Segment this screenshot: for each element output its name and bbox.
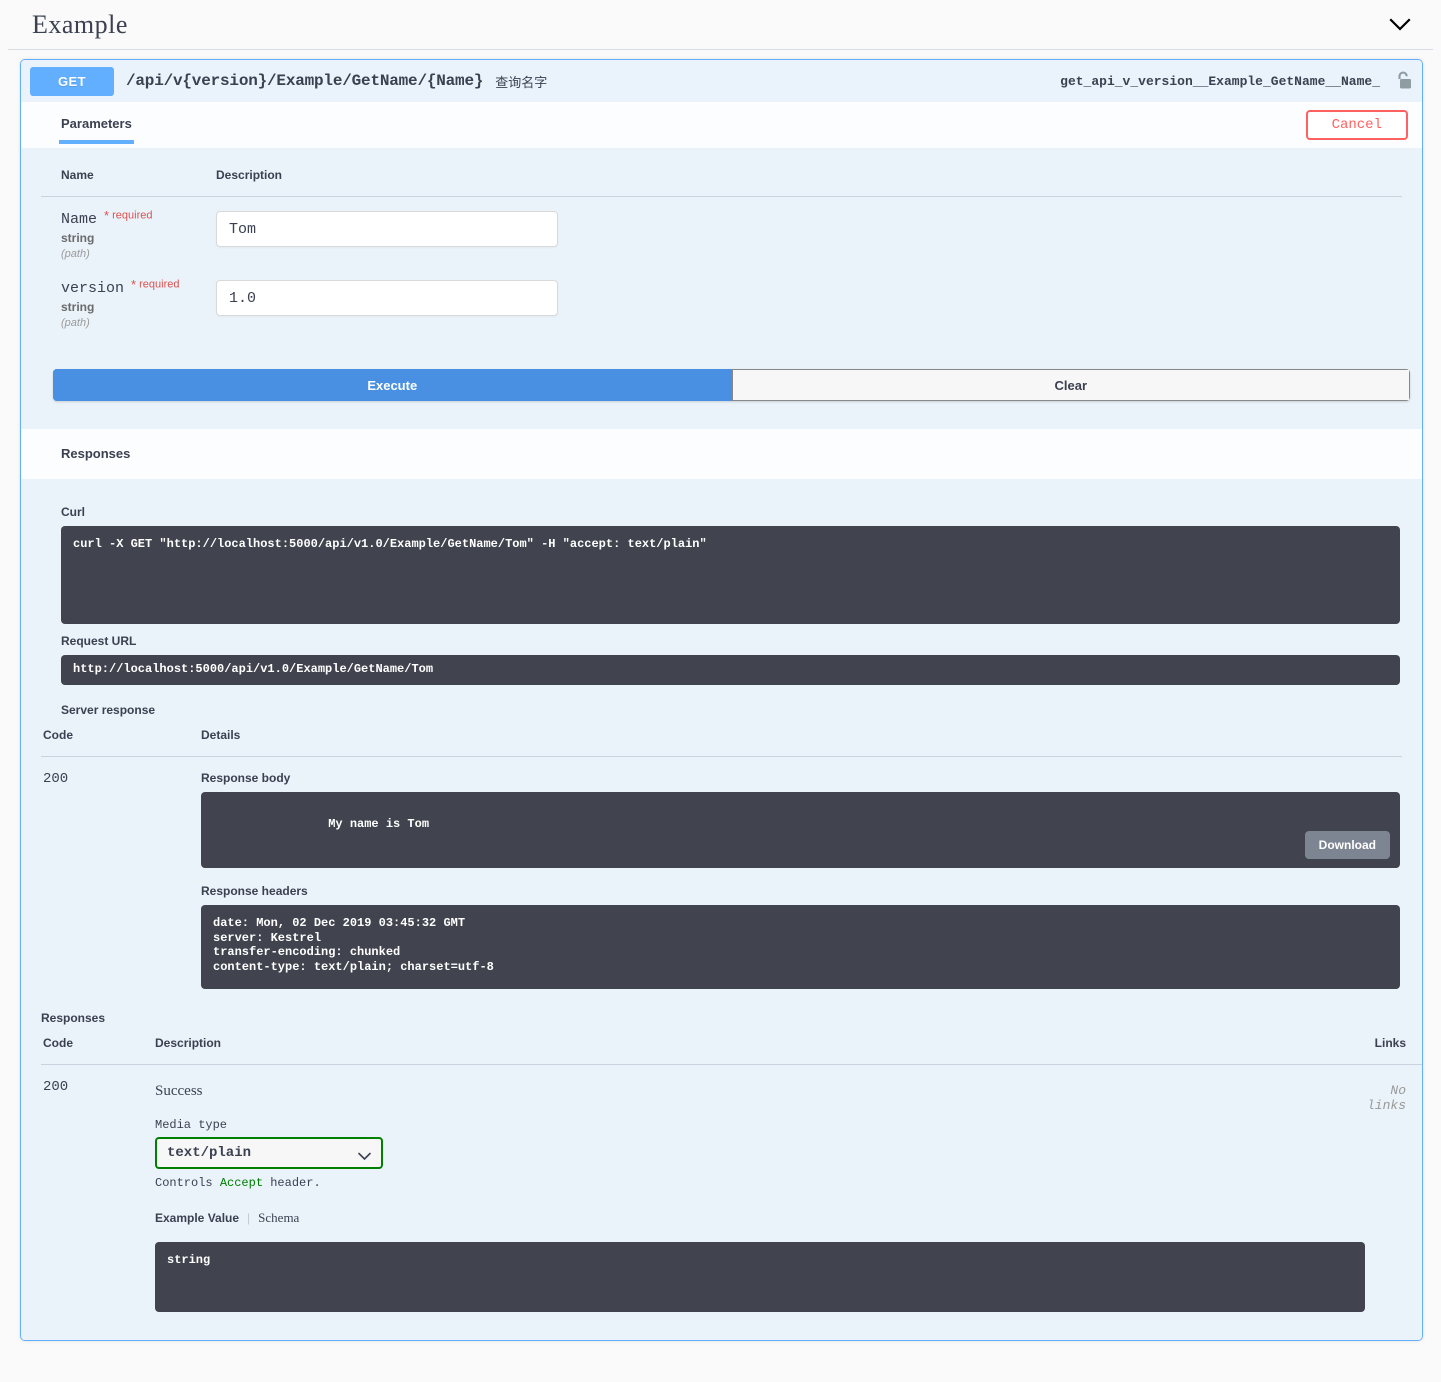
- server-response-header-row: Code Details: [41, 724, 1402, 757]
- accept-keyword: Accept: [219, 1176, 264, 1190]
- column-header-name: Name: [41, 164, 196, 197]
- example-value-wrap: string: [155, 1242, 1367, 1312]
- response-code: 200: [43, 771, 69, 787]
- request-url-block: http://localhost:5000/api/v1.0/Example/G…: [61, 655, 1400, 685]
- table-row: version * required string (path): [41, 266, 1402, 335]
- column-header-code: Code: [41, 1032, 73, 1065]
- response-headers-block: date: Mon, 02 Dec 2019 03:45:32 GMT serv…: [201, 905, 1400, 989]
- media-type-select-wrap: text/plain: [155, 1137, 383, 1169]
- response-description-cell: Success Media type text/plain Controls A…: [73, 1065, 1367, 1312]
- parameter-meta: version * required string (path): [41, 266, 196, 335]
- response-description: Success: [155, 1083, 203, 1099]
- table-row: 200 Response body My name is Tom Downloa…: [41, 757, 1402, 989]
- documented-responses-header-row: Code Description Links: [41, 1032, 1422, 1065]
- response-links: No links: [1367, 1083, 1407, 1113]
- response-body-block: My name is Tom Download: [201, 792, 1400, 868]
- column-header-description: Description: [73, 1032, 1367, 1065]
- documented-responses-table: Code Description Links 200 Success Media…: [41, 1032, 1422, 1312]
- table-row: Name * required string (path): [41, 197, 1402, 267]
- operation-description: 查询名字: [495, 74, 548, 90]
- parameter-location: (path): [61, 248, 90, 260]
- controls-accept-hint: Controls Accept header.: [155, 1176, 321, 1190]
- execute-button[interactable]: Execute: [53, 369, 732, 401]
- parameters-header-row: Name Description: [41, 164, 1402, 197]
- responses-heading: Responses: [61, 446, 131, 461]
- server-response-label: Server response: [61, 703, 156, 717]
- parameter-meta: Name * required string (path): [41, 197, 196, 267]
- responses-content: Curl curl -X GET "http://localhost:5000/…: [21, 479, 1422, 1340]
- column-header-code: Code: [41, 724, 119, 757]
- column-header-details: Details: [119, 724, 1402, 757]
- parameter-value-cell: [196, 197, 1402, 267]
- server-response-table: Code Details 200 Response body My name i…: [41, 724, 1402, 989]
- operation-summary[interactable]: GET /api/v{version}/Example/GetName/{Nam…: [21, 60, 1422, 102]
- parameter-value-cell: [196, 266, 1402, 335]
- cancel-button[interactable]: Cancel: [1305, 110, 1408, 140]
- tab-schema[interactable]: Schema: [258, 1210, 299, 1226]
- parameter-location: (path): [61, 317, 90, 329]
- example-schema-tabs: Example Value | Schema: [155, 1210, 1367, 1226]
- response-headers-label: Response headers: [201, 884, 308, 898]
- execute-clear-row: Execute Clear: [53, 369, 1410, 401]
- page-title: Example: [32, 9, 128, 39]
- chevron-down-icon[interactable]: [1385, 10, 1415, 40]
- operation-id: get_api_v_version__Example_GetName__Name…: [1060, 73, 1380, 89]
- parameter-name: version: [61, 280, 125, 297]
- parameter-name: Name: [61, 211, 98, 228]
- download-button[interactable]: Download: [1304, 831, 1390, 859]
- parameters-section: Name Description Name * required string …: [21, 148, 1422, 429]
- response-code: 200: [43, 1079, 69, 1095]
- curl-label: Curl: [61, 505, 85, 519]
- parameter-input-version[interactable]: [216, 280, 558, 316]
- http-method-badge[interactable]: GET: [30, 66, 114, 96]
- example-value-block: string: [155, 1242, 1365, 1312]
- parameter-input-name[interactable]: [216, 211, 558, 247]
- operation-path: /api/v{version}/Example/GetName/{Name}: [126, 72, 484, 90]
- clear-button[interactable]: Clear: [731, 369, 1410, 401]
- documented-responses-title: Responses: [41, 1011, 106, 1025]
- required-flag: * required: [104, 208, 153, 223]
- unlocked-padlock-icon[interactable]: [1394, 70, 1414, 92]
- table-row: 200 Success Media type text/plain Contro…: [41, 1065, 1422, 1312]
- curl-code-block: curl -X GET "http://localhost:5000/api/v…: [61, 526, 1400, 624]
- operation-tab-row: Parameters Cancel: [21, 102, 1422, 148]
- media-type-select[interactable]: text/plain: [155, 1137, 383, 1169]
- tag-header: Example: [8, 0, 1433, 50]
- swagger-ui-page: Example GET /api/v{version}/Example/GetN…: [0, 0, 1441, 1382]
- media-type-label: Media type: [155, 1118, 228, 1132]
- operation-block: GET /api/v{version}/Example/GetName/{Nam…: [20, 59, 1423, 1341]
- column-header-description: Description: [196, 164, 1402, 197]
- column-header-links: Links: [1367, 1032, 1422, 1065]
- parameters-table: Name Description Name * required string …: [41, 164, 1402, 335]
- response-details: Response body My name is Tom Download Re…: [119, 757, 1402, 989]
- tab-parameters[interactable]: Parameters: [59, 114, 134, 144]
- request-url-label: Request URL: [61, 634, 137, 648]
- parameter-type: string: [61, 300, 95, 314]
- required-flag: * required: [131, 277, 180, 292]
- parameter-type: string: [61, 231, 95, 245]
- tab-divider: |: [247, 1211, 251, 1225]
- response-body-text: My name is Tom: [328, 817, 430, 831]
- tab-example-value[interactable]: Example Value: [155, 1211, 239, 1225]
- responses-heading-band: Responses: [21, 429, 1422, 479]
- response-body-label: Response body: [201, 771, 291, 785]
